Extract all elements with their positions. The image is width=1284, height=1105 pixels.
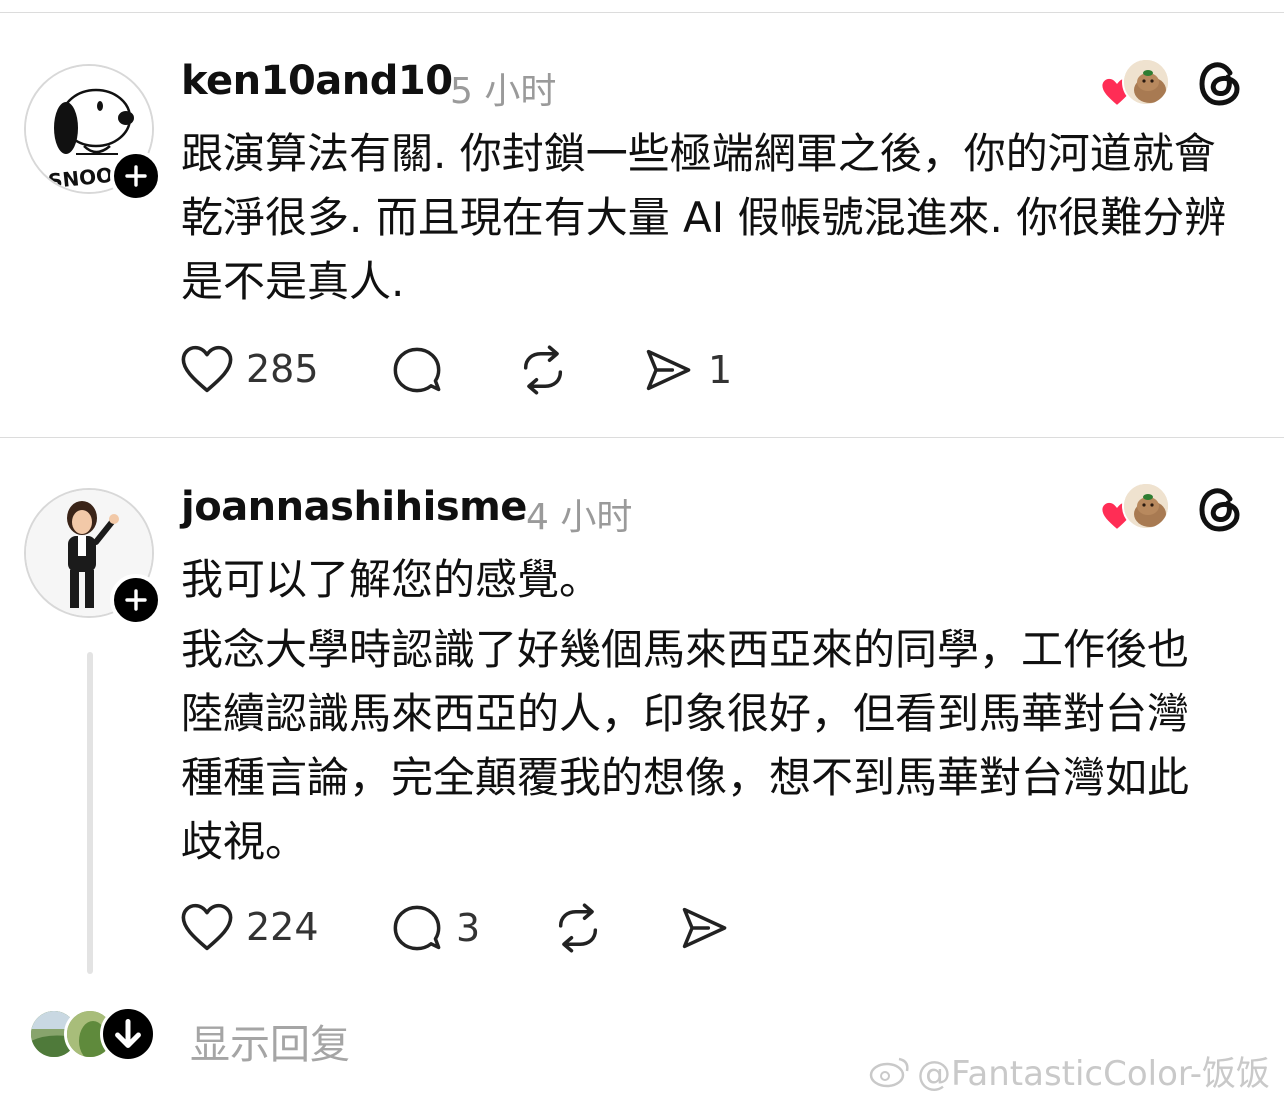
threads-comment-screen: SNOO ken10and10 5 小时 跟演算法有關. 你封鎖一些極端網軍之後…	[0, 0, 1284, 1105]
post-paragraph: 跟演算法有關. 你封鎖一些極端網軍之後，你的河道就會乾淨很多. 而且現在有大量 …	[181, 129, 1227, 306]
liker-avatar	[1122, 482, 1170, 530]
weibo-logo-icon	[869, 1057, 909, 1087]
plus-icon	[125, 589, 147, 611]
repost-icon	[558, 903, 598, 953]
show-replies-link[interactable]: 显示回复	[190, 1012, 350, 1070]
arrow-down-icon	[115, 1019, 141, 1048]
share-button[interactable]	[676, 902, 744, 954]
post-divider	[0, 437, 1284, 438]
speech-bubble-icon	[393, 905, 441, 951]
speech-bubble-icon	[393, 347, 441, 393]
expand-replies-button[interactable]	[100, 1006, 156, 1062]
heart-outline-icon	[181, 903, 233, 951]
share-count: 1	[708, 348, 733, 392]
post-body: 跟演算法有關. 你封鎖一些極端網軍之後，你的河道就會乾淨很多. 而且現在有大量 …	[181, 122, 1251, 314]
threads-logo-icon[interactable]	[1197, 486, 1243, 534]
post-body: 我可以了解您的感覺。 我念大學時認識了好幾個馬來西亞來的同學，工作後也陸續認識馬…	[181, 548, 1221, 874]
post-paragraph: 我念大學時認識了好幾個馬來西亞來的同學，工作後也陸續認識馬來西亞的人，印象很好，…	[181, 625, 1190, 866]
plus-icon	[125, 165, 147, 187]
send-icon	[682, 907, 727, 949]
timestamp: 4 小时	[526, 497, 633, 538]
capybara-avatar-image	[1124, 484, 1168, 528]
reply-count: 3	[456, 906, 481, 950]
thread-connector-line	[87, 652, 93, 974]
post-paragraph: 我可以了解您的感覺。	[181, 555, 602, 604]
reply-button[interactable]	[390, 344, 456, 396]
weibo-watermark: @FantasticColor-饭饭	[869, 1046, 1270, 1095]
follow-button[interactable]	[110, 574, 162, 626]
repost-button[interactable]	[515, 344, 583, 396]
like-count: 224	[246, 905, 319, 949]
watermark-text: @FantasticColor-饭饭	[916, 1054, 1270, 1094]
capybara-avatar-image	[1124, 60, 1168, 104]
username[interactable]: ken10and10	[181, 58, 453, 104]
like-count: 285	[246, 347, 319, 391]
reply-button[interactable]: 3	[390, 902, 480, 954]
threads-logo-icon[interactable]	[1197, 60, 1243, 108]
top-divider	[0, 12, 1284, 13]
repost-button[interactable]	[550, 902, 618, 954]
liker-avatar	[1122, 58, 1170, 106]
send-icon	[646, 349, 691, 391]
like-button[interactable]: 224	[180, 902, 319, 952]
heart-outline-icon	[181, 345, 233, 393]
timestamp: 5 小时	[450, 71, 557, 112]
repost-icon	[523, 345, 563, 395]
like-button[interactable]: 285	[180, 344, 319, 394]
username[interactable]: joannashihisme	[181, 484, 527, 530]
share-button[interactable]: 1	[640, 344, 732, 396]
follow-button[interactable]	[110, 150, 162, 202]
